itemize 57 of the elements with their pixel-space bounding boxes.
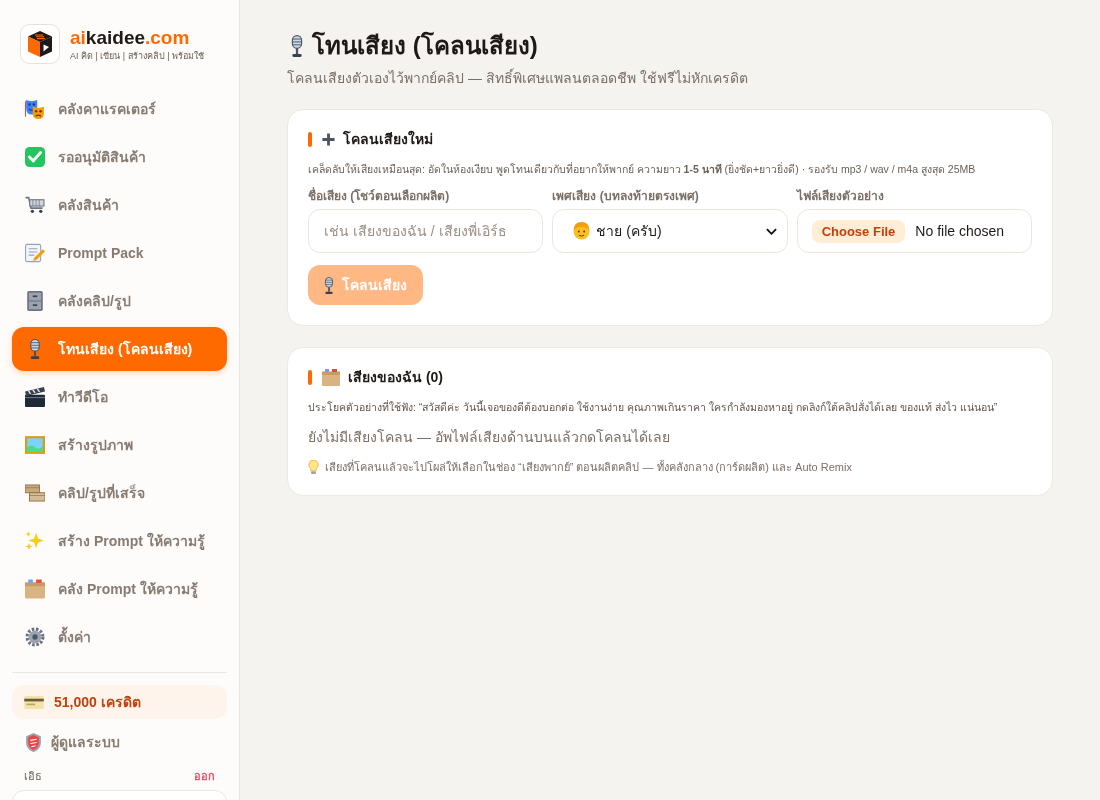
microphone-icon xyxy=(324,276,334,294)
light-bulb-icon xyxy=(308,460,319,474)
page-title: โทนเสียง (โคลนเสียง) xyxy=(312,30,538,61)
credit-card-icon xyxy=(24,695,44,709)
sidebar-nav-item[interactable]: ตั้งค่า xyxy=(12,615,227,659)
shield-icon xyxy=(26,732,41,752)
card-box-icon xyxy=(322,368,340,386)
microphone-icon xyxy=(290,35,304,57)
sidebar-nav-item[interactable]: Prompt Pack xyxy=(12,231,227,275)
sample-sentence: ประโยคตัวอย่างที่ใช้ฟัง: “สวัสดีค่ะ วันนี้เจอของดีต้องบอกต่อ ใช้งานง่าย คุณภาพเกินราคา ใครกำลังมองหาอยู่ กดลิงก์ใต้คลิปสั่งได้เลย ของแท้ ส่งไว แน่นอน” xyxy=(308,399,999,416)
sidebar-nav-item[interactable]: ทำวีดีโอ xyxy=(12,375,227,419)
shopping-cart-icon xyxy=(25,195,45,215)
file-cabinet-icon xyxy=(25,291,45,311)
sidebar-nav-item[interactable]: สร้างรูปภาพ xyxy=(12,423,227,467)
sidebar-nav-item[interactable]: คลังคาแรคเตอร์ xyxy=(12,87,227,131)
user-name: เอิธ xyxy=(24,769,42,783)
clapperboard-icon xyxy=(25,387,45,407)
gender-select[interactable]: ชาย (ครับ) xyxy=(552,209,788,253)
page-subtitle: โคลนเสียงตัวเองไว้พากย์คลิป — สิทธิ์พิเศษแพลนตลอดชีพ ใช้ฟรีไม่หักเครดิต xyxy=(287,68,749,88)
gear-icon xyxy=(25,627,45,647)
sidebar-nav-item[interactable]: คลิป/รูปที่เสร็จ xyxy=(12,471,227,515)
brand-tagline: AI คิด | เขียน | สร้างคลิป | พร้อมใช้ xyxy=(70,49,205,62)
file-input[interactable]: Choose File No file chosen xyxy=(796,209,1032,253)
file-status: No file chosen xyxy=(915,223,1005,239)
admin-link[interactable]: ผู้ดูแลระบบ xyxy=(12,727,134,757)
choose-file-button[interactable]: Choose File xyxy=(811,219,906,243)
sidebar-nav-item[interactable]: โทนเสียง (โคลนเสียง) xyxy=(12,327,227,371)
card-title: เสียงของฉัน (0) xyxy=(348,368,443,387)
credits-balance: 51,000 เครดิต xyxy=(54,693,141,712)
marker-icon xyxy=(308,369,312,385)
sidebar-nav-item[interactable]: คลัง Prompt ให้ความรู้ xyxy=(12,567,227,611)
field-label: เพศเสียง (บทลงท้ายตรงเพศ) xyxy=(552,188,699,205)
logout-link[interactable]: ออก xyxy=(194,769,215,783)
voice-name-input[interactable]: เช่น เสียงของฉัน / เสียงพี่เอิร์ธ xyxy=(308,209,544,253)
empty-state-text: ยังไม่มีเสียงโคลน — อัพไฟล์เสียงด้านบนแล้วกดโคลนได้เลย xyxy=(308,428,671,447)
brand-name: aikaidee.com xyxy=(70,26,191,49)
sidebar-nav-item[interactable]: รออนุมัติสินค้า xyxy=(12,135,227,179)
card-box-icon xyxy=(25,579,45,599)
boxes-icon xyxy=(25,483,45,503)
man-emoji-icon xyxy=(573,222,591,240)
sidebar-nav-item[interactable]: สร้าง Prompt ให้ความรู้ xyxy=(12,519,227,563)
field-label: ไฟล์เสียงตัวอย่าง xyxy=(796,188,884,205)
framed-picture-icon xyxy=(25,435,45,455)
hint-text: เสียงที่โคลนแล้วจะไปโผล่ให้เลือกในช่อง “เสียงพากย์” ตอนผลิตคลิป — ทั้งคลังกลาง (การ์ดผลิต) และ Auto Remix xyxy=(325,459,852,475)
sparkles-icon xyxy=(25,531,45,551)
sidebar-nav-item[interactable]: คลังคลิป/รูป xyxy=(12,279,227,323)
marker-icon xyxy=(308,131,312,147)
card-title: โคลนเสียงใหม่ xyxy=(343,129,433,149)
theater-masks-icon xyxy=(25,99,45,119)
checkmark-icon xyxy=(25,147,45,167)
memo-icon xyxy=(25,243,45,263)
logo-icon xyxy=(20,24,60,64)
chevron-down-icon xyxy=(765,227,777,235)
tip-text: เคล็ดลับให้เสียงเหมือนสุด: อัดในห้องเงียบ พูดโทนเดียวกับที่อยากให้พากย์ ความยาว 1-5 นาที (ยิ่งชัด+ยาวยิ่งดี) · รองรับ mp3 / wav / m4a สูงสุด 25MB xyxy=(308,161,977,178)
sidebar-nav-item[interactable]: คลังสินค้า xyxy=(12,183,227,227)
field-label: ชื่อเสียง (โชว์ตอนเลือกผลิต) xyxy=(308,188,450,205)
plus-icon xyxy=(322,132,335,146)
